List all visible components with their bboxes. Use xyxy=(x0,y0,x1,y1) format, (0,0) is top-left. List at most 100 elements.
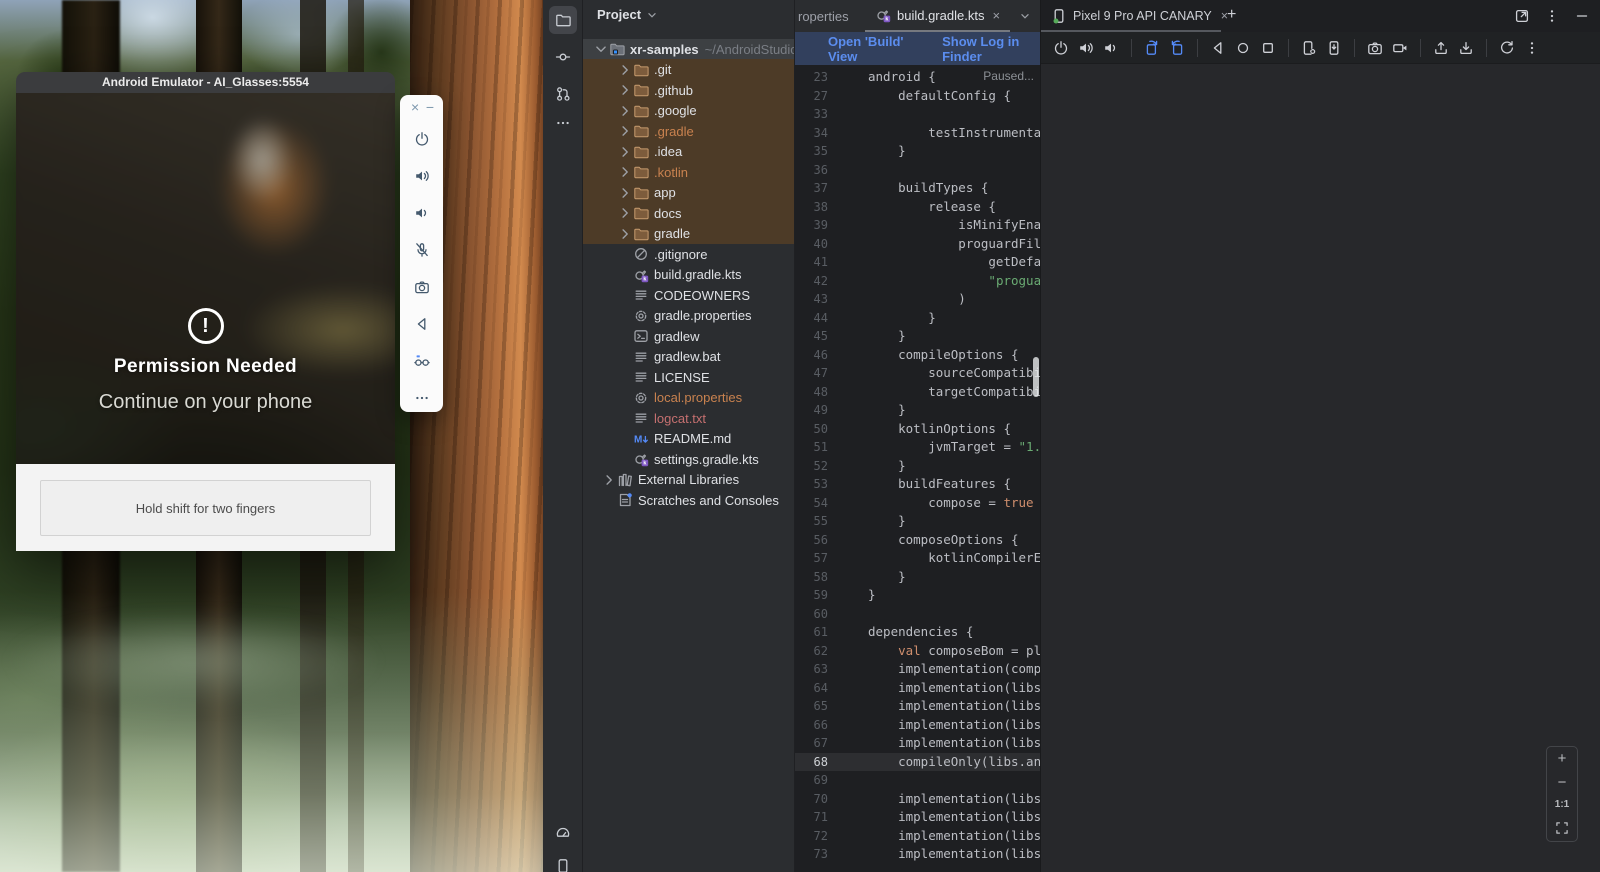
chevron-right-icon[interactable] xyxy=(617,103,633,119)
emulator-screen[interactable]: ! Permission Needed Continue on your pho… xyxy=(16,93,395,464)
chevron-right-icon[interactable] xyxy=(617,205,633,221)
show-log-in-finder-link[interactable]: Show Log in Finder xyxy=(942,34,1040,64)
back-button[interactable] xyxy=(1210,40,1226,56)
line-number: 33 xyxy=(795,105,828,124)
tree-item-codeowners[interactable]: CODEOWNERS xyxy=(583,285,795,306)
device-tab-pixel-9-pro[interactable]: Pixel 9 Pro API CANARY × xyxy=(1051,0,1228,32)
minimize-icon[interactable]: − xyxy=(426,100,434,114)
tree-item-external-libraries[interactable]: External Libraries xyxy=(583,469,795,490)
code-line-57: 57 kotlinCompilerExtens xyxy=(795,549,1040,568)
chevron-right-icon[interactable] xyxy=(617,226,633,242)
device-snapshot-button[interactable] xyxy=(1326,40,1342,56)
tree-item--kotlin[interactable]: .kotlin xyxy=(583,162,795,183)
screen-record-button[interactable] xyxy=(1392,40,1408,56)
close-icon[interactable]: × xyxy=(992,8,1000,23)
tree-item-gradle[interactable]: gradle xyxy=(583,223,795,244)
mic-off-button[interactable] xyxy=(414,231,430,268)
zoom-actual-size-button[interactable]: 1:1 xyxy=(1555,799,1569,810)
device-settings-button[interactable] xyxy=(1301,40,1317,56)
code-area[interactable]: 23android {27 defaultConfig {3334 testIn… xyxy=(795,68,1040,872)
screenshot-button[interactable] xyxy=(1367,40,1383,56)
tree-item-app[interactable]: app xyxy=(583,182,795,203)
chevron-right-icon[interactable] xyxy=(617,144,633,160)
download-button[interactable] xyxy=(1458,40,1474,56)
more-button[interactable] xyxy=(414,379,430,416)
volume-down-button[interactable] xyxy=(414,194,430,231)
tree-item-gradle-properties[interactable]: gradle.properties xyxy=(583,305,795,326)
zoom-out-button[interactable]: − xyxy=(1558,776,1567,790)
tree-item-logcat-txt[interactable]: logcat.txt xyxy=(583,408,795,429)
chevron-right-icon[interactable] xyxy=(617,82,633,98)
tree-item-label: .gitignore xyxy=(654,247,707,262)
tree-item-label: xr-samples xyxy=(630,42,699,57)
power-button[interactable] xyxy=(1053,40,1069,56)
rotate-right-button[interactable] xyxy=(1169,40,1185,56)
chevron-right-icon[interactable] xyxy=(601,472,617,488)
more-icon xyxy=(555,115,571,131)
tree-item-gradlew-bat[interactable]: gradlew.bat xyxy=(583,346,795,367)
tree-item-scratches-and-consoles[interactable]: Scratches and Consoles xyxy=(583,490,795,511)
volume-up-button[interactable] xyxy=(1078,40,1094,56)
emulator-title-bar[interactable]: Android Emulator - AI_Glasses:5554 xyxy=(16,72,395,93)
tree-item-readme-md[interactable]: MREADME.md xyxy=(583,428,795,449)
overview-button[interactable] xyxy=(1260,40,1276,56)
more-vertical-button[interactable] xyxy=(1524,40,1540,56)
reset-button[interactable] xyxy=(1499,40,1515,56)
chevron-right-icon[interactable] xyxy=(617,185,633,201)
chevron-down-icon[interactable] xyxy=(1018,9,1032,23)
chevron-right-icon[interactable] xyxy=(617,164,633,180)
rotate-left-button[interactable] xyxy=(1144,40,1160,56)
power-button[interactable] xyxy=(414,120,430,157)
tree-item--idea[interactable]: .idea xyxy=(583,141,795,162)
volume-up-button[interactable] xyxy=(414,157,430,194)
tree-root-xr-samples[interactable]: xr-samples~/AndroidStudioProj xyxy=(583,39,795,60)
more-vertical-button[interactable] xyxy=(1544,8,1560,24)
editor-scrollbar[interactable] xyxy=(1033,357,1039,397)
minimize-button[interactable] xyxy=(1574,8,1590,24)
upload-button[interactable] xyxy=(1433,40,1449,56)
tree-item--gradle[interactable]: .gradle xyxy=(583,121,795,142)
glasses-button[interactable] xyxy=(414,342,430,379)
code-line-35: 35 } xyxy=(795,142,1040,161)
tree-item-build-gradle-kts[interactable]: kbuild.gradle.kts xyxy=(583,264,795,285)
tree-item--gitignore[interactable]: .gitignore xyxy=(583,244,795,265)
stripe-device-button[interactable] xyxy=(549,852,577,872)
code-editor[interactable]: roperties k build.gradle.kts × Open 'Bui… xyxy=(795,0,1040,872)
zoom-in-button[interactable]: + xyxy=(1558,752,1567,766)
open-build-view-link[interactable]: Open 'Build' View xyxy=(828,34,916,64)
tree-item-settings-gradle-kts[interactable]: ksettings.gradle.kts xyxy=(583,449,795,470)
new-device-tab-button[interactable]: + xyxy=(1227,6,1236,24)
stripe-commit-button[interactable] xyxy=(549,43,577,71)
chevron-right-icon[interactable] xyxy=(617,123,633,139)
tree-item-gradlew[interactable]: gradlew xyxy=(583,326,795,347)
open-in-window-button[interactable] xyxy=(1514,8,1530,24)
tree-item-local-properties[interactable]: local.properties xyxy=(583,387,795,408)
home-button[interactable] xyxy=(1235,40,1251,56)
tab-gradle-properties[interactable]: roperties xyxy=(798,0,849,32)
close-icon[interactable]: × xyxy=(411,100,419,114)
tree-item--github[interactable]: .github xyxy=(583,80,795,101)
camera-button[interactable] xyxy=(414,268,430,305)
project-panel-header[interactable]: Project xyxy=(597,7,659,22)
tab-build-gradle-kts[interactable]: k build.gradle.kts × xyxy=(865,0,1010,32)
stripe-project-folder-button[interactable] xyxy=(549,6,577,34)
code-line-42: 42 "proguard-ru xyxy=(795,272,1040,291)
running-devices-panel: Pixel 9 Pro API CANARY × + 7:57 xyxy=(1040,0,1600,872)
stripe-pull-request-button[interactable] xyxy=(549,80,577,108)
fit-screen-icon[interactable] xyxy=(1554,820,1570,836)
tree-item--google[interactable]: .google xyxy=(583,100,795,121)
tree-item--git[interactable]: .git xyxy=(583,59,795,80)
tree-item-label: .github xyxy=(654,83,693,98)
chevron-down-icon[interactable] xyxy=(593,41,609,57)
text-file-icon xyxy=(633,369,649,385)
back-button[interactable] xyxy=(414,305,430,342)
code-line-41: 41 getDefaultPr xyxy=(795,253,1040,272)
stripe-profiler-button[interactable] xyxy=(549,818,577,846)
tree-item-license[interactable]: LICENSE xyxy=(583,367,795,388)
chevron-right-icon[interactable] xyxy=(617,62,633,78)
volume-down-button[interactable] xyxy=(1103,40,1119,56)
stripe-more-button[interactable] xyxy=(549,109,577,137)
glasses-icon xyxy=(414,342,430,379)
code-line-23: 23android { xyxy=(795,68,1040,87)
tree-item-docs[interactable]: docs xyxy=(583,203,795,224)
